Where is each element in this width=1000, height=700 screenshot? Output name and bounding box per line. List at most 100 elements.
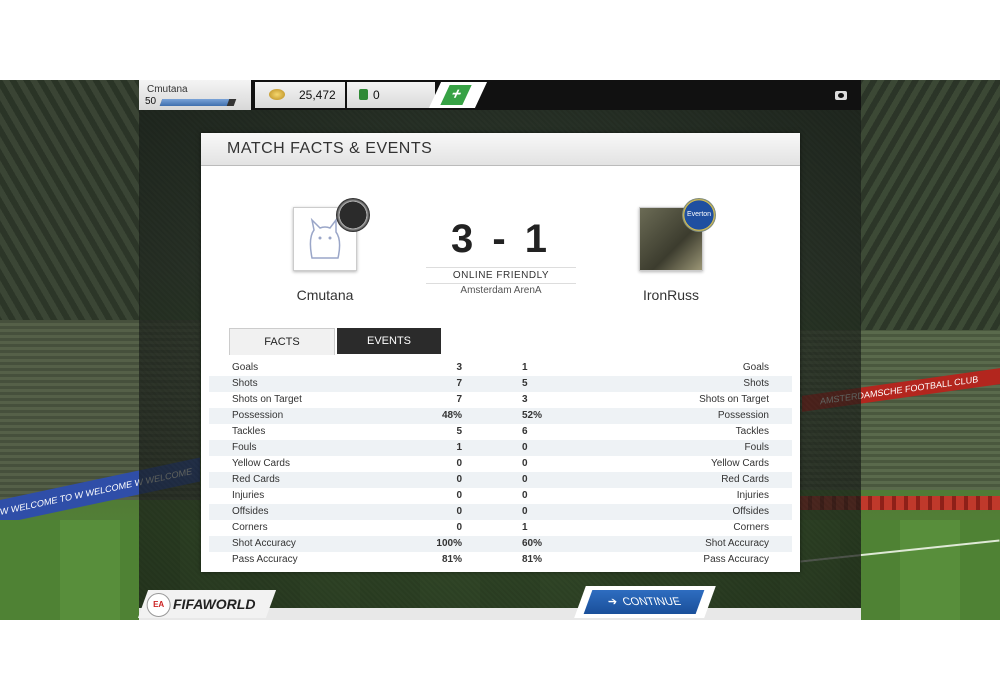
table-row: Possession 48% 52% Possession xyxy=(209,408,792,424)
table-row: Offsides 0 0 Offsides xyxy=(209,504,792,520)
stat-label-home: Red Cards xyxy=(232,474,280,485)
away-team: Everton IronRuss xyxy=(571,198,771,303)
stat-value-away: 52% xyxy=(522,410,543,421)
stat-label-home: Corners xyxy=(232,522,268,533)
table-row: Red Cards 0 0 Red Cards xyxy=(209,472,792,488)
continue-button-frame: ➔ CONTINUE xyxy=(574,586,716,618)
match-facts-panel: MATCH FACTS & EVENTS Cmutana 3 - 1 ONLIN… xyxy=(201,133,800,572)
camera-icon[interactable] xyxy=(835,91,847,100)
stat-value-away: 0 xyxy=(522,442,528,453)
match-score: 3 - 1 xyxy=(450,217,552,261)
stat-label-home: Goals xyxy=(232,362,259,373)
stat-label-home: Possession xyxy=(232,410,284,421)
stat-value-home: 5 xyxy=(456,426,462,437)
stat-label-away: Pass Accuracy xyxy=(703,554,769,565)
stat-label-away: Red Cards xyxy=(721,474,769,485)
plus-icon: + xyxy=(440,85,472,105)
stat-label-home: Fouls xyxy=(232,442,257,453)
stadium-roof-left xyxy=(0,80,140,340)
stat-value-home: 7 xyxy=(456,394,462,405)
continue-button[interactable]: ➔ CONTINUE xyxy=(583,590,705,614)
user-box[interactable]: Cmutana 50 xyxy=(139,80,251,110)
table-row: Shots 7 5 Shots xyxy=(209,376,792,392)
table-row: Corners 0 1 Corners xyxy=(209,520,792,536)
stat-value-away: 0 xyxy=(522,490,528,501)
table-row: Fouls 1 0 Fouls xyxy=(209,440,792,456)
panel-header: MATCH FACTS & EVENTS xyxy=(201,133,800,166)
stat-label-away: Tackles xyxy=(735,426,769,437)
stat-value-home: 100% xyxy=(436,538,462,549)
home-team-name: Cmutana xyxy=(296,287,354,303)
stat-label-away: Fouls xyxy=(744,442,769,453)
away-club-crest-icon: Everton xyxy=(682,198,716,232)
stat-label-away: Offsides xyxy=(732,506,770,517)
app-frame: Cmutana 50 25,472 0 + MATCH FACTS & EVEN… xyxy=(137,80,861,620)
stat-label-home: Yellow Cards xyxy=(232,458,290,469)
stat-label-away: Shot Accuracy xyxy=(705,538,769,549)
stat-label-away: Goals xyxy=(742,362,769,373)
stat-value-home: 0 xyxy=(456,506,462,517)
stat-label-home: Shots on Target xyxy=(232,394,302,405)
coins-icon xyxy=(269,89,285,100)
stat-value-home: 7 xyxy=(456,378,462,389)
page-title: MATCH FACTS & EVENTS xyxy=(227,140,433,157)
stat-value-away: 0 xyxy=(522,458,528,469)
stat-label-away: Injuries xyxy=(736,490,769,501)
stat-value-home: 0 xyxy=(456,522,462,533)
logo-text: FIFAWORLD xyxy=(173,596,256,612)
points-icon xyxy=(359,89,368,100)
stat-value-away: 1 xyxy=(522,522,528,533)
table-row: Shots on Target 7 3 Shots on Target xyxy=(209,392,792,408)
stat-label-away: Shots on Target xyxy=(699,394,769,405)
arrow-right-icon: ➔ xyxy=(605,596,619,608)
stat-label-home: Injuries xyxy=(232,490,265,501)
home-club-crest-icon xyxy=(336,198,370,232)
stat-label-home: Tackles xyxy=(232,426,266,437)
coins-value: 25,472 xyxy=(299,88,336,102)
venue-label: Amsterdam ArenA xyxy=(460,285,542,296)
stat-label-home: Offsides xyxy=(232,506,269,517)
stat-value-away: 0 xyxy=(522,506,528,517)
stat-value-home: 48% xyxy=(441,410,462,421)
stat-value-home: 0 xyxy=(456,458,462,469)
away-avatar: Everton xyxy=(639,198,716,271)
username: Cmutana xyxy=(147,84,188,95)
xp-bar xyxy=(159,99,237,106)
add-funds-button[interactable]: + xyxy=(428,82,488,108)
stat-value-away: 5 xyxy=(522,378,528,389)
stat-value-home: 0 xyxy=(456,490,462,501)
stat-value-home: 81% xyxy=(441,554,462,565)
points-display: 0 xyxy=(347,82,435,108)
points-value: 0 xyxy=(373,88,380,102)
coins-display: 25,472 xyxy=(255,82,345,108)
competition-label: ONLINE FRIENDLY xyxy=(426,267,576,284)
stat-label-away: Shots xyxy=(743,378,769,389)
stat-label-away: Yellow Cards xyxy=(711,458,769,469)
stat-value-home: 1 xyxy=(456,442,462,453)
stat-value-away: 81% xyxy=(522,554,543,565)
stat-label-home: Shot Accuracy xyxy=(232,538,296,549)
stadium-roof-right xyxy=(860,80,1000,360)
tab-events[interactable]: EVENTS xyxy=(337,328,441,354)
table-row: Pass Accuracy 81% 81% Pass Accuracy xyxy=(209,552,792,568)
away-team-name: IronRuss xyxy=(642,287,700,303)
stat-value-home: 3 xyxy=(456,362,462,373)
table-row: Yellow Cards 0 0 Yellow Cards xyxy=(209,456,792,472)
stat-label-away: Possession xyxy=(717,410,769,421)
stat-value-home: 0 xyxy=(456,474,462,485)
ea-sports-icon: EA xyxy=(146,593,171,617)
top-bar: Cmutana 50 25,472 0 + xyxy=(139,80,861,110)
stats-table: Goals 3 1 Goals Shots 7 5 Shots Shots on Target 7… xyxy=(209,360,792,568)
stat-value-away: 1 xyxy=(522,362,528,373)
stat-label-home: Pass Accuracy xyxy=(232,554,298,565)
home-team: Cmutana xyxy=(225,198,425,303)
xp-bar-fill xyxy=(159,99,229,106)
user-level: 50 xyxy=(145,96,157,107)
table-row: Goals 3 1 Goals xyxy=(209,360,792,376)
stat-label-away: Corners xyxy=(733,522,769,533)
stat-value-away: 3 xyxy=(522,394,528,405)
fifa-world-logo: EA FIFAWORLD xyxy=(137,590,277,618)
stat-value-away: 0 xyxy=(522,474,528,485)
tab-facts[interactable]: FACTS xyxy=(229,328,335,355)
stat-value-away: 60% xyxy=(522,538,543,549)
